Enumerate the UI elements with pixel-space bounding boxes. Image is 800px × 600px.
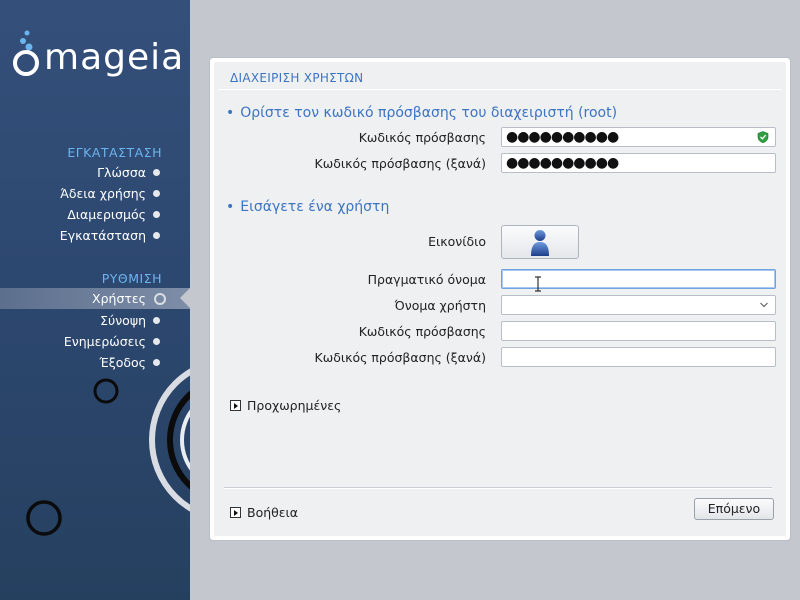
sidebar-item-installation[interactable]: Εγκατάσταση (0, 225, 190, 246)
add-user-heading-text: Εισάγετε ένα χρήστη (240, 199, 390, 215)
help-label: Βοήθεια (247, 505, 299, 520)
sidebar-item-label: Άδεια χρήσης (60, 186, 146, 201)
expand-arrow-icon (230, 507, 241, 518)
username-combo[interactable] (501, 295, 776, 315)
help-expander[interactable]: Βοήθεια (230, 505, 298, 520)
username-label: Όνομα χρήστη (394, 298, 486, 313)
sidebar-item-language[interactable]: Γλώσσα (0, 162, 190, 183)
sidebar-item-summary[interactable]: Σύνοψη (0, 310, 190, 331)
user-password-label: Κωδικός πρόσβασης (358, 324, 486, 339)
next-button[interactable]: Επόμενο (694, 498, 774, 520)
bottom-divider (224, 487, 772, 489)
expand-arrow-icon (230, 400, 241, 411)
config-section-title: ΡΥΘΜΙΣΗ (101, 271, 162, 286)
chevron-down-icon[interactable] (759, 300, 769, 310)
sidebar-item-label: Εγκατάσταση (59, 228, 146, 243)
user-password-input[interactable] (501, 321, 776, 341)
sidebar-item-users[interactable]: Χρήστες (0, 288, 190, 309)
user-password-again-input[interactable] (501, 347, 776, 367)
root-password-again-label: Κωδικός πρόσβασης (ξανά) (314, 156, 486, 171)
sidebar-item-partitioning[interactable]: Διαμερισμός (0, 204, 190, 225)
sidebar-item-updates[interactable]: Ενημερώσεις (0, 331, 190, 352)
sidebar-item-label: Έξοδος (99, 355, 146, 370)
panel-title: ΔΙΑΧΕΙΡΙΣΗ ΧΡΗΣΤΩΝ (230, 71, 364, 85)
step-dot-icon (153, 338, 160, 345)
sidebar-item-license[interactable]: Άδεια χρήσης (0, 183, 190, 204)
step-dot-icon (153, 317, 160, 324)
root-password-label: Κωδικός πρόσβασης (358, 130, 486, 145)
sidebar-item-label: Διαμερισμός (67, 207, 146, 222)
sidebar-item-label: Γλώσσα (97, 165, 146, 180)
step-dot-icon (153, 169, 160, 176)
root-password-heading: • Ορίστε τον κωδικό πρόσβασης του διαχειρ… (226, 105, 617, 121)
real-name-label: Πραγματικό όνομα (367, 272, 486, 287)
sidebar-item-label: Ενημερώσεις (63, 334, 146, 349)
root-password-again-field[interactable]: ●●●●●●●●●● (501, 153, 776, 173)
text-cursor-icon (535, 276, 541, 292)
root-password-heading-text: Ορίστε τον κωδικό πρόσβασης του διαχειρι… (240, 105, 618, 121)
advanced-expander[interactable]: Προχωρημένες (230, 398, 341, 413)
step-dot-icon (153, 190, 160, 197)
password-strength-shield-icon (757, 131, 769, 143)
password-mask: ●●●●●●●●●● (506, 155, 619, 171)
advanced-label: Προχωρημένες (247, 398, 342, 413)
user-avatar-icon (531, 230, 549, 256)
root-password-field[interactable]: ●●●●●●●●●● (501, 127, 776, 147)
password-mask: ●●●●●●●●●● (506, 129, 619, 145)
user-icon-button[interactable] (501, 225, 579, 259)
sidebar-item-label: Σύνοψη (100, 313, 146, 328)
title-divider (218, 89, 782, 90)
sidebar-item-exit[interactable]: Έξοδος (0, 352, 190, 373)
add-user-heading: • Εισάγετε ένα χρήστη (226, 199, 389, 215)
user-management-panel: ΔΙΑΧΕΙΡΙΣΗ ΧΡΗΣΤΩΝ • Ορίστε τον κωδικό πρ… (209, 57, 791, 541)
step-dot-icon (153, 359, 160, 366)
logo-text: mageia (44, 37, 185, 78)
install-section-title: ΕΓΚΑΤΑΣΤΑΣΗ (67, 145, 162, 160)
panel-content: ΔΙΑΧΕΙΡΙΣΗ ΧΡΗΣΤΩΝ • Ορίστε τον κωδικό πρ… (214, 62, 786, 536)
bullet: • (226, 105, 235, 121)
sidebar-item-label: Χρήστες (92, 291, 146, 306)
bullet: • (226, 199, 235, 215)
sidebar: mageia ΕΓΚΑΤΑΣΤΑΣΗ Γλώσσα Άδεια χρήσης Δ… (0, 0, 190, 600)
active-pointer-icon (180, 288, 190, 308)
step-dot-icon (153, 211, 160, 218)
step-dot-icon (153, 232, 160, 239)
icon-label: Εικονίδιο (428, 234, 486, 249)
current-step-icon (154, 293, 166, 305)
user-password-again-label: Κωδικός πρόσβασης (ξανά) (314, 350, 486, 365)
